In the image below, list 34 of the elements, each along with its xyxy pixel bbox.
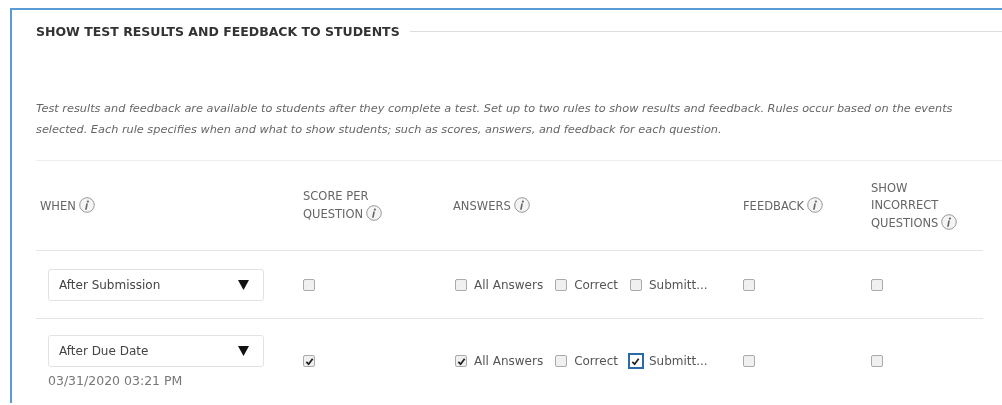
checkbox-label[interactable]: Correct [574, 354, 618, 368]
checkbox-label[interactable]: Submitt... [648, 277, 708, 292]
checkbox[interactable] [743, 278, 755, 291]
column-header: FEEDBACK [743, 196, 824, 215]
column-header: SHOW INCORRECT QUESTIONS [871, 179, 966, 232]
checkbox[interactable] [455, 278, 467, 291]
checkbox-label[interactable]: All Answers [474, 354, 544, 368]
info-icon[interactable] [807, 196, 824, 213]
checkbox[interactable] [455, 355, 467, 367]
section-description: Test results and feedback are available to students after they complete a test. Set up to two rules to show results and feedback. Rules occur based on the events selected. Each rule specifies when and what to show students; such as scores, answers, and feedback for each question. [36, 101, 954, 138]
column-header: SCORE PER QUESTION [303, 188, 411, 223]
checkbox[interactable] [871, 278, 883, 291]
when-dropdown[interactable]: After Due Date [48, 334, 264, 367]
checkbox-label[interactable]: All Answers [474, 277, 544, 292]
checkbox-label[interactable]: Correct [574, 277, 618, 292]
when-dropdown[interactable]: After Submission [48, 268, 264, 301]
info-icon[interactable] [941, 213, 958, 230]
checkbox[interactable] [555, 278, 568, 291]
checkbox-label[interactable]: Submitt... [648, 354, 708, 368]
checkbox[interactable] [303, 355, 315, 367]
caret-icon [238, 279, 249, 290]
info-icon[interactable] [78, 196, 95, 213]
column-header: ANSWERS [453, 196, 530, 215]
info-icon[interactable] [513, 196, 530, 213]
section-title: SHOW TEST RESULTS AND FEEDBACK TO STUDENTS [36, 23, 400, 39]
date-text: 03/31/2020 03:21 PM [48, 372, 183, 388]
caret-icon [238, 345, 249, 356]
checkbox[interactable] [743, 355, 755, 367]
checkbox[interactable] [303, 278, 315, 291]
column-header: WHEN [40, 196, 95, 215]
checkbox[interactable] [555, 355, 568, 367]
checkbox[interactable] [871, 355, 883, 367]
info-icon[interactable] [366, 205, 383, 221]
checkbox[interactable] [629, 278, 642, 291]
